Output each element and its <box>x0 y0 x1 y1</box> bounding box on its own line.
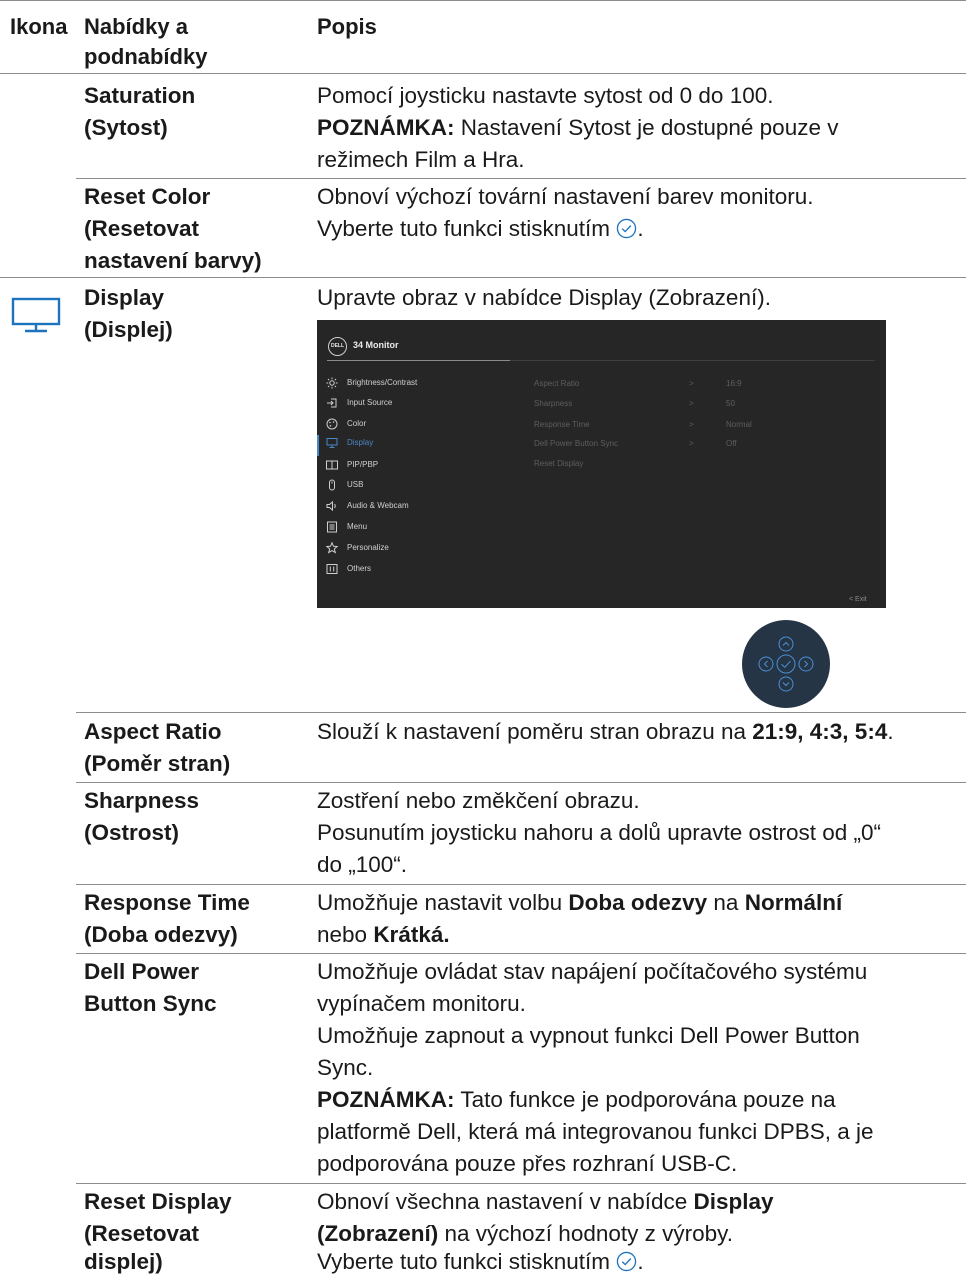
osd-menu-others[interactable]: Others <box>317 562 507 576</box>
sharpness-desc-1: Zostření nebo změkčení obrazu. <box>317 788 640 813</box>
osd-menu-menu[interactable]: Menu <box>317 520 507 534</box>
sharpness-name-2: (Ostrost) <box>84 820 179 845</box>
saturation-note: POZNÁMKA: Nastavení Sytost je dostupné p… <box>317 115 839 140</box>
saturation-desc: Pomocí joysticku nastavte sytost od 0 do… <box>317 83 774 108</box>
row-rule <box>76 782 966 783</box>
osd-menu-usb[interactable]: USB <box>317 478 507 492</box>
joystick-icon <box>758 636 814 692</box>
input-icon <box>327 398 337 408</box>
reset-display-name-3: displej) <box>84 1249 163 1274</box>
osd-menu-audio[interactable]: Audio & Webcam <box>317 499 507 513</box>
response-name-1: Response Time <box>84 890 250 915</box>
reset-color-name-3: nastavení barvy) <box>84 248 262 273</box>
header-description: Popis <box>317 14 377 39</box>
osd-menu-color[interactable]: Color <box>317 417 507 431</box>
osd-menu-personalize[interactable]: Personalize <box>317 541 507 555</box>
palette-icon <box>326 418 338 430</box>
top-rule <box>0 0 966 1</box>
joystick-graphic <box>742 620 830 708</box>
others-icon <box>326 564 338 574</box>
response-name-2: (Doba odezvy) <box>84 922 238 947</box>
aspect-name-2: (Poměr stran) <box>84 751 231 776</box>
osd-sub-aspect[interactable]: Aspect Ratio <box>534 379 579 388</box>
menu-icon <box>327 521 337 533</box>
dell-logo: DELL <box>328 337 347 356</box>
dpbs-desc-3: Umožňuje zapnout a vypnout funkci Dell P… <box>317 1023 860 1048</box>
sun-icon <box>326 377 338 389</box>
dpbs-name-1: Dell Power <box>84 959 200 984</box>
osd-exit[interactable]: < Exit <box>849 596 867 603</box>
reset-color-name-2: (Resetovat <box>84 216 200 241</box>
osd-menu-brightness[interactable]: Brightness/Contrast <box>317 376 507 390</box>
row-rule <box>76 1183 966 1184</box>
osd-sub-response[interactable]: Response Time <box>534 420 590 429</box>
osd-sub-reset[interactable]: Reset Display <box>534 459 583 468</box>
osd-sub-arrow: > <box>689 420 694 429</box>
osd-sub-arrow: > <box>689 439 694 448</box>
monitor-small-icon <box>326 438 338 448</box>
pip-icon <box>326 460 338 470</box>
response-desc-1: Umožňuje nastavit volbu Doba odezvy na N… <box>317 890 843 915</box>
osd-title: 34 Monitor <box>353 340 399 350</box>
speaker-icon <box>326 500 336 512</box>
dpbs-name-2: Button Sync <box>84 991 217 1016</box>
dpbs-desc-2: vypínačem monitoru. <box>317 991 526 1016</box>
dpbs-note-1: POZNÁMKA: Tato funkce je podporována pou… <box>317 1087 836 1112</box>
aspect-desc: Slouží k nastavení poměru stran obrazu n… <box>317 719 894 744</box>
reset-color-name-1: Reset Color <box>84 184 211 209</box>
reset-color-desc: Obnoví výchozí tovární nastavení barev m… <box>317 184 814 209</box>
reset-color-desc-2: Vyberte tuto funkci stisknutím . <box>317 213 957 248</box>
dpbs-desc-4: Sync. <box>317 1055 374 1080</box>
aspect-name-1: Aspect Ratio <box>84 719 222 744</box>
osd-title-rule <box>327 360 510 361</box>
dpbs-note-3: podporována pouze přes rozhraní USB-C. <box>317 1151 738 1176</box>
response-desc-2: nebo Krátká. <box>317 922 450 947</box>
mouse-icon <box>329 479 335 491</box>
osd-sub-value: Normal <box>726 420 752 429</box>
header-menu-line1: Nabídky a <box>84 14 188 39</box>
row-rule <box>76 712 966 713</box>
osd-sub-sharpness[interactable]: Sharpness <box>534 399 572 408</box>
osd-menu-pip[interactable]: PIP/PBP <box>317 458 507 472</box>
osd-screenshot: DELL 34 Monitor Brightness/Contrast Inpu… <box>317 320 886 608</box>
display-desc: Upravte obraz v nabídce Display (Zobraze… <box>317 285 771 310</box>
osd-sub-arrow: > <box>689 379 694 388</box>
osd-sub-arrow: > <box>689 399 694 408</box>
osd-sub-value: Off <box>726 439 737 448</box>
header-icon: Ikona <box>10 14 68 39</box>
row-rule <box>76 884 966 885</box>
saturation-name-2: (Sytost) <box>84 115 168 140</box>
display-name-1: Display <box>84 285 165 310</box>
saturation-name-1: Saturation <box>84 83 196 108</box>
sharpness-name-1: Sharpness <box>84 788 200 813</box>
sharpness-desc-3: do „100“. <box>317 852 408 877</box>
star-icon <box>326 542 338 554</box>
saturation-note-2: režimech Film a Hra. <box>317 147 525 172</box>
section-rule <box>0 277 966 278</box>
reset-display-desc-1: Obnoví všechna nastavení v nabídce Displ… <box>317 1189 774 1214</box>
header-menu-line2: podnabídky <box>84 44 208 69</box>
osd-sub-value: 50 <box>726 399 735 408</box>
row-rule <box>76 178 966 179</box>
dpbs-note-2: platformě Dell, která má integrovanou fu… <box>317 1119 874 1144</box>
reset-display-desc-3: Vyberte tuto funkci stisknutím . <box>317 1246 957 1281</box>
osd-sub-value: 16:9 <box>726 379 742 388</box>
osd-menu-input-source[interactable]: Input Source <box>317 396 507 410</box>
header-rule <box>0 73 966 74</box>
display-name-2: (Displej) <box>84 317 173 342</box>
check-circle-icon <box>616 1249 637 1281</box>
check-circle-icon <box>616 216 637 248</box>
dpbs-desc-1: Umožňuje ovládat stav napájení počítačov… <box>317 959 868 984</box>
osd-menu-display[interactable]: Display <box>317 436 507 450</box>
osd-sub-dpbs[interactable]: Dell Power Button Sync <box>534 439 618 448</box>
monitor-icon <box>10 297 62 338</box>
sharpness-desc-2: Posunutím joysticku nahoru a dolů upravt… <box>317 820 882 845</box>
osd-title-rule-dim <box>510 360 875 361</box>
row-rule <box>76 953 966 954</box>
reset-display-name-1: Reset Display <box>84 1189 232 1214</box>
